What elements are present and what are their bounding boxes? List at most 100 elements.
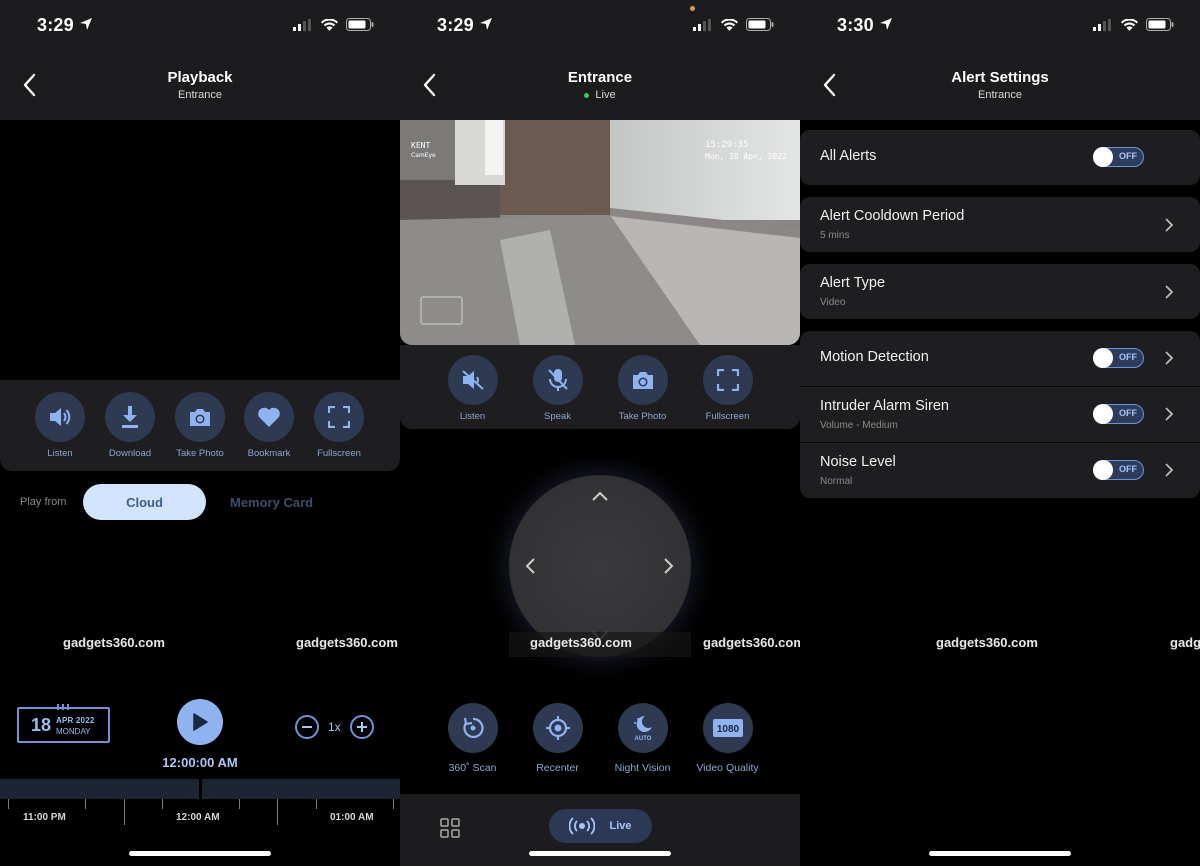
night-vision-button[interactable]: AUTO Night Vision <box>600 703 685 774</box>
speed-increase-button[interactable] <box>350 715 374 739</box>
watermark: gadgets360.com <box>530 635 632 650</box>
video-quality-button[interactable]: 1080 Video Quality <box>685 703 770 774</box>
watermark: gadgets360.com <box>936 635 1038 650</box>
source-memory-card-button[interactable]: Memory Card <box>230 495 313 510</box>
heart-icon <box>258 407 280 427</box>
svg-text:AUTO: AUTO <box>634 736 651 742</box>
camera-icon <box>190 409 210 426</box>
intruder-alarm-row[interactable]: Intruder Alarm Siren Volume - Medium OFF <box>800 387 1200 442</box>
wifi-icon <box>721 18 738 31</box>
pan-left-icon[interactable] <box>524 557 536 575</box>
fullscreen-button[interactable]: Fullscreen <box>685 355 770 422</box>
tab-live[interactable]: Live <box>549 809 652 843</box>
home-indicator[interactable] <box>529 851 671 856</box>
nav-bar: Entrance Live <box>400 52 800 120</box>
watermark-partial: gadg <box>1170 635 1200 650</box>
timeline-playhead[interactable] <box>199 779 202 799</box>
motion-detection-toggle[interactable]: OFF <box>1093 348 1144 368</box>
fullscreen-icon <box>328 406 350 428</box>
playback-video[interactable] <box>0 120 400 380</box>
chevron-right-icon <box>1165 351 1174 365</box>
nav-bar: Alert Settings Entrance <box>800 52 1200 120</box>
date-weekday: MONDAY <box>56 727 91 736</box>
noise-level-row[interactable]: Noise Level Normal OFF <box>800 443 1200 498</box>
watermark: gadgets360.com <box>296 635 398 650</box>
motion-detection-row[interactable]: Motion Detection OFF <box>800 331 1200 386</box>
tab-live-label: Live <box>609 820 632 832</box>
rotate-icon <box>462 717 484 739</box>
recenter-button[interactable]: Recenter <box>515 703 600 774</box>
status-time: 3:30 <box>837 15 874 35</box>
timeline-tick <box>124 799 125 825</box>
play-button[interactable] <box>177 699 223 745</box>
take-photo-button[interactable]: Take Photo <box>165 392 235 459</box>
home-indicator[interactable] <box>129 851 271 856</box>
cellular-signal-icon <box>693 18 711 31</box>
chevron-right-icon <box>1165 285 1174 299</box>
intruder-alarm-toggle[interactable]: OFF <box>1093 404 1144 424</box>
listen-button[interactable]: Listen <box>25 392 95 459</box>
nav-bar: Playback Entrance <box>0 52 400 120</box>
timeline-tick <box>162 799 163 809</box>
timeline-label: 11:00 PM <box>23 812 66 823</box>
camera-icon <box>632 372 653 389</box>
ptz-joystick[interactable] <box>509 475 691 657</box>
play-from-label: Play from <box>20 496 67 508</box>
speed-decrease-button[interactable] <box>295 715 319 739</box>
speaker-icon <box>50 408 71 426</box>
scan-360-button[interactable]: 360˚ Scan <box>430 703 515 774</box>
status-bar: 3:30 <box>800 0 1200 52</box>
listen-button[interactable]: Listen <box>430 355 515 422</box>
night-vision-icon: AUTO <box>633 715 652 742</box>
speed-value: 1x <box>328 720 341 734</box>
timeline-tick <box>8 799 9 809</box>
watermark: gadgets360.com <box>703 635 800 650</box>
live-screen: 3:29 Entrance Live KENT CamEye 15:29:35 … <box>400 0 800 866</box>
osd-date: Mon, 18 Apr, 2022 <box>705 152 787 161</box>
watermark: gadgets360.com <box>63 635 165 650</box>
playback-actions: Listen Download Take Photo Bookmark Full… <box>0 380 400 471</box>
playback-timestamp: 12:00:00 AM <box>162 755 238 770</box>
grid-view-icon[interactable] <box>440 818 460 838</box>
status-time: 3:29 <box>437 15 474 35</box>
location-arrow-icon <box>480 18 492 30</box>
cellular-signal-icon <box>293 18 311 31</box>
noise-level-toggle[interactable]: OFF <box>1093 460 1144 480</box>
fullscreen-icon <box>716 369 739 391</box>
status-time: 3:29 <box>37 15 74 35</box>
fullscreen-button[interactable]: Fullscreen <box>304 392 374 459</box>
cellular-signal-icon <box>1093 18 1111 31</box>
chevron-right-icon <box>1165 218 1174 232</box>
all-alerts-row[interactable]: All Alerts OFF <box>800 130 1200 185</box>
live-dot-icon <box>584 92 590 98</box>
status-bar: 3:29 <box>400 0 800 52</box>
home-indicator[interactable] <box>929 851 1071 856</box>
all-alerts-toggle[interactable]: OFF <box>1093 147 1144 167</box>
date-picker-button[interactable]: 18 APR 2022 MONDAY <box>17 704 110 743</box>
alert-type-card: Alert Type Video <box>800 264 1200 319</box>
timeline-label: 01:00 AM <box>330 812 374 823</box>
source-cloud-button[interactable]: Cloud <box>83 484 206 520</box>
speaker-muted-icon <box>461 370 484 390</box>
location-arrow-icon <box>80 18 92 30</box>
wifi-icon <box>1121 18 1138 31</box>
speed-control: 1x <box>295 715 375 739</box>
pan-up-icon[interactable] <box>591 490 609 502</box>
live-controls: Listen Speak Take Photo Fullscreen <box>400 345 800 429</box>
video-quality-icon: 1080 <box>712 719 743 737</box>
live-video-feed[interactable]: KENT CamEye 15:29:35 Mon, 18 Apr, 2022 <box>400 120 800 345</box>
page-title: Alert Settings <box>951 69 1049 86</box>
wifi-icon <box>321 18 338 31</box>
battery-icon <box>346 18 374 31</box>
bookmark-button[interactable]: Bookmark <box>234 392 304 459</box>
take-photo-button[interactable]: Take Photo <box>600 355 685 422</box>
alert-cooldown-row[interactable]: Alert Cooldown Period 5 mins <box>800 197 1200 252</box>
broadcast-icon <box>569 817 596 835</box>
pan-right-icon[interactable] <box>663 557 675 575</box>
date-month-year: APR 2022 <box>56 716 95 725</box>
page-title: Entrance <box>567 69 633 86</box>
download-button[interactable]: Download <box>95 392 165 459</box>
alert-type-row[interactable]: Alert Type Video <box>800 264 1200 319</box>
chevron-right-icon <box>1165 407 1174 421</box>
speak-button[interactable]: Speak <box>515 355 600 422</box>
